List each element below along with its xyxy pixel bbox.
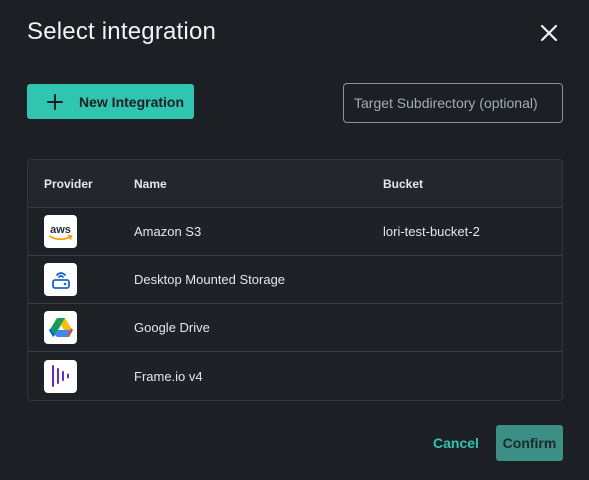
frameio-icon xyxy=(44,359,77,393)
select-integration-dialog: Select integration New Integration Provi… xyxy=(0,0,589,480)
table-header: Provider Name Bucket xyxy=(28,160,562,208)
integration-name: Frame.io v4 xyxy=(134,368,203,384)
integration-name: Amazon S3 xyxy=(134,224,202,239)
new-integration-button[interactable]: New Integration xyxy=(27,84,194,119)
table-row-desktop-mounted-storage[interactable]: Desktop Mounted Storage xyxy=(28,256,562,304)
column-header-name: Name xyxy=(134,176,167,191)
provider-cell xyxy=(28,311,134,344)
bucket-name: lori-test-bucket-2 xyxy=(383,224,480,239)
provider-cell: aws xyxy=(28,215,134,248)
integration-name: Google Drive xyxy=(134,320,210,335)
confirm-button[interactable]: Confirm xyxy=(496,425,563,461)
target-subdirectory-input[interactable] xyxy=(343,83,563,123)
plus-icon xyxy=(47,93,63,110)
storage-drive-icon xyxy=(44,263,77,296)
cancel-button[interactable]: Cancel xyxy=(427,425,485,460)
close-button[interactable] xyxy=(536,20,562,46)
integrations-table: Provider Name Bucket aws Amazon S3 lori-… xyxy=(27,159,563,401)
table-row-amazon-s3[interactable]: aws Amazon S3 lori-test-bucket-2 xyxy=(28,208,562,256)
svg-text:aws: aws xyxy=(50,224,71,236)
integration-name: Desktop Mounted Storage xyxy=(134,272,286,287)
google-drive-icon xyxy=(44,311,77,344)
dialog-title: Select integration xyxy=(27,18,217,45)
provider-cell xyxy=(28,263,134,296)
table-row-google-drive[interactable]: Google Drive xyxy=(28,304,562,352)
new-integration-label: New Integration xyxy=(79,93,185,110)
column-header-bucket: Bucket xyxy=(383,176,424,191)
aws-icon: aws xyxy=(44,215,77,248)
column-header-provider: Provider xyxy=(44,176,93,191)
close-icon xyxy=(540,24,558,42)
table-row-frameio-v4[interactable]: Frame.io v4 xyxy=(28,352,562,400)
provider-cell xyxy=(28,359,134,393)
